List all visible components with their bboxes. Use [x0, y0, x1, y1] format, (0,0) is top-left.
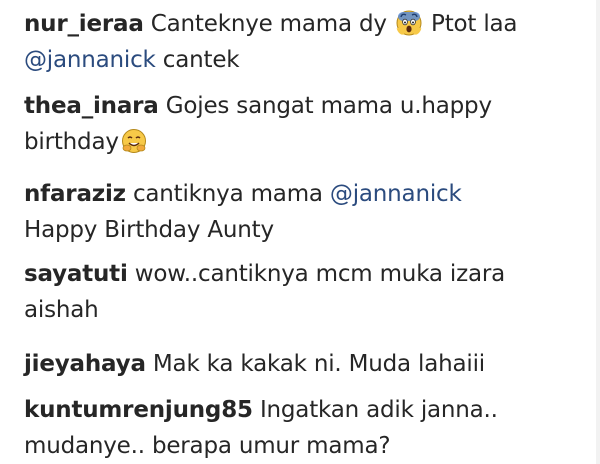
mention-link[interactable]: @jannanick [24, 47, 156, 73]
comment-text: cantiknya mama [132, 181, 323, 207]
comment-username[interactable]: nfaraziz [24, 181, 126, 207]
face-screaming-in-fear-icon [396, 10, 422, 36]
comment-item: kuntumrenjung85 Ingatkan adik janna.. mu… [24, 392, 584, 464]
comment-text: birthday [24, 129, 119, 155]
comment-text: Ptot laa [431, 11, 518, 37]
comment-text: aishah [24, 297, 99, 323]
comment-username[interactable]: kuntumrenjung85 [24, 397, 253, 423]
comment-text: cantek [162, 47, 240, 73]
comment-username[interactable]: jieyahaya [24, 351, 146, 377]
comment-text: Mak ka kakak ni. Muda lahaiii [152, 351, 485, 377]
comment-text: Canteknye mama dy [150, 11, 387, 37]
comment-text: Happy Birthday Aunty [24, 217, 274, 243]
mention-link[interactable]: @jannanick [330, 181, 462, 207]
comment-item: sayatuti wow..cantiknya mcm muka izara a… [24, 256, 584, 328]
scrollbar-track[interactable] [596, 0, 600, 464]
comment-text: Gojes sangat mama u.happy [165, 93, 492, 119]
comment-text: wow..cantiknya mcm muka izara [134, 261, 506, 287]
comment-text: Ingatkan adik janna.. [259, 397, 498, 423]
comment-username[interactable]: thea_inara [24, 93, 159, 119]
comment-item: thea_inara Gojes sangat mama u.happy bir… [24, 88, 584, 160]
comment-item: nfaraziz cantiknya mama @jannanick Happy… [24, 176, 584, 248]
comment-item: nur_ieraa Canteknye mama dy Ptot laa @ja… [24, 6, 584, 78]
comment-item: jieyahaya Mak ka kakak ni. Muda lahaiii [24, 346, 584, 382]
hugging-face-icon [121, 128, 147, 154]
comment-username[interactable]: nur_ieraa [24, 11, 144, 37]
comment-username[interactable]: sayatuti [24, 261, 128, 287]
comment-text: mudanye.. berapa umur mama? [24, 433, 391, 459]
